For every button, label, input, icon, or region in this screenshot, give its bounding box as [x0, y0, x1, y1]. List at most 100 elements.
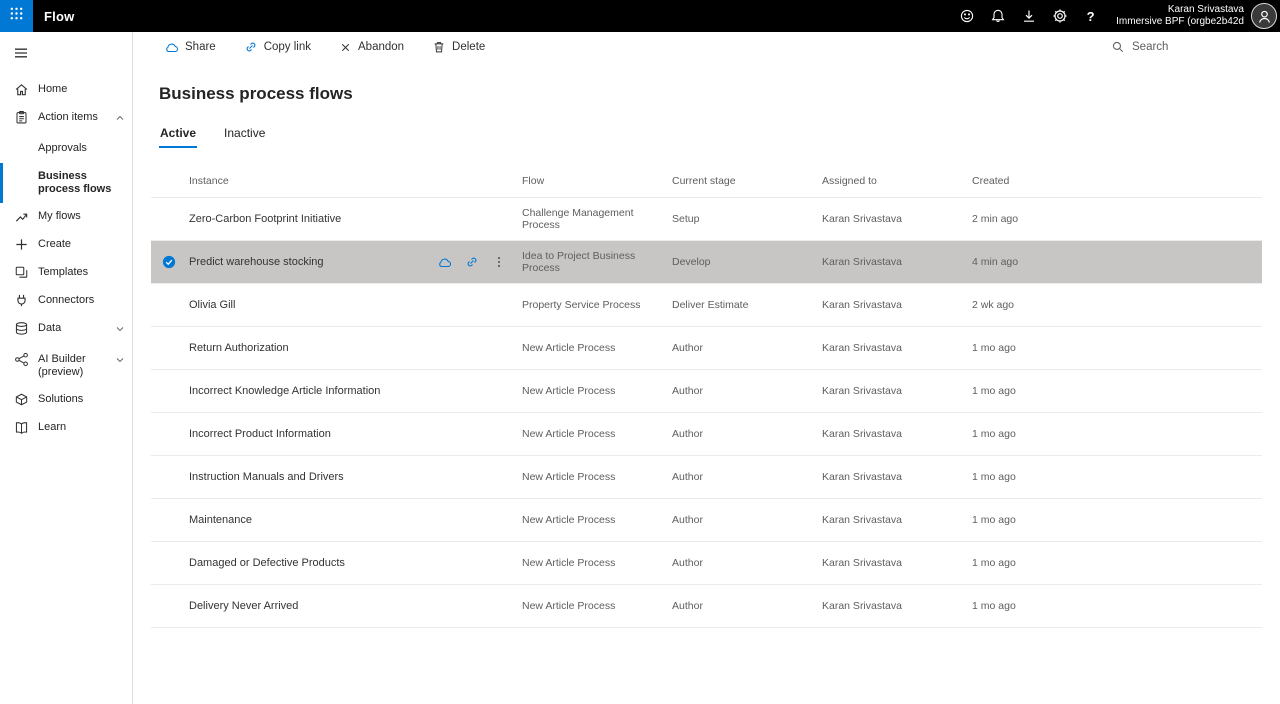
- my-flows-icon: [13, 209, 29, 224]
- table-row[interactable]: Zero-Carbon Footprint Initiative Challen…: [151, 198, 1262, 241]
- sidebar-item-ai-builder[interactable]: AI Builder (preview): [0, 346, 132, 386]
- app-title: Flow: [44, 9, 74, 24]
- instance-name[interactable]: Zero-Carbon Footprint Initiative: [189, 213, 341, 225]
- sidebar-item-label: Business process flows: [38, 170, 126, 196]
- sidebar-item-learn[interactable]: Learn: [0, 414, 132, 442]
- instance-name[interactable]: Delivery Never Arrived: [189, 600, 298, 612]
- current-stage: Author: [672, 471, 822, 483]
- sidebar-item-approvals[interactable]: Approvals: [0, 135, 132, 163]
- chevron-down-icon: [114, 354, 126, 370]
- current-stage: Develop: [672, 256, 822, 268]
- templates-icon: [13, 265, 29, 280]
- table-row[interactable]: Damaged or Defective Products New Articl…: [151, 542, 1262, 585]
- flow-name: New Article Process: [522, 600, 672, 612]
- table-row[interactable]: Return Authorization New Article Process…: [151, 327, 1262, 370]
- table-row[interactable]: Instruction Manuals and Drivers New Arti…: [151, 456, 1262, 499]
- assigned-to: Karan Srivastava: [822, 471, 972, 483]
- solutions-icon: [13, 392, 29, 407]
- tab-inactive[interactable]: Inactive: [223, 126, 266, 148]
- row-copy-link-icon[interactable]: [465, 255, 479, 269]
- sidebar-item-home[interactable]: Home: [0, 76, 132, 104]
- assigned-to: Karan Srivastava: [822, 428, 972, 440]
- sidebar-item-label: Create: [38, 238, 126, 251]
- created-date: 2 min ago: [972, 213, 1262, 225]
- col-current-stage[interactable]: Current stage: [672, 175, 822, 187]
- instance-name[interactable]: Olivia Gill: [189, 299, 235, 311]
- flow-name: New Article Process: [522, 514, 672, 526]
- help-button[interactable]: ?: [1075, 0, 1106, 32]
- created-date: 1 mo ago: [972, 428, 1262, 440]
- settings-gear-button[interactable]: [1044, 0, 1075, 32]
- col-flow[interactable]: Flow: [522, 175, 672, 187]
- tab-active[interactable]: Active: [159, 126, 197, 148]
- command-bar: Share Copy link Abandon Delete: [133, 32, 1280, 62]
- download-button[interactable]: [1013, 0, 1044, 32]
- sidebar-item-create[interactable]: Create: [0, 231, 132, 259]
- sidebar-item-connectors[interactable]: Connectors: [0, 287, 132, 315]
- instance-name[interactable]: Maintenance: [189, 514, 252, 526]
- table-row[interactable]: Maintenance New Article Process Author K…: [151, 499, 1262, 542]
- waffle-icon: [9, 6, 24, 26]
- created-date: 1 mo ago: [972, 514, 1262, 526]
- instance-name[interactable]: Incorrect Product Information: [189, 428, 331, 440]
- avatar[interactable]: [1251, 3, 1277, 29]
- feedback-smiley-button[interactable]: [951, 0, 982, 32]
- user-org: Immersive BPF (orgbe2b42d: [1116, 16, 1244, 29]
- col-instance[interactable]: Instance: [151, 175, 522, 187]
- abandon-button[interactable]: Abandon: [337, 37, 406, 58]
- table-row[interactable]: Delivery Never Arrived New Article Proce…: [151, 585, 1262, 628]
- share-button[interactable]: Share: [162, 36, 218, 59]
- table-body: Zero-Carbon Footprint Initiative Challen…: [151, 198, 1262, 628]
- sidebar-item-templates[interactable]: Templates: [0, 259, 132, 287]
- copy-link-button[interactable]: Copy link: [242, 36, 313, 58]
- row-share-cloud-icon[interactable]: [437, 255, 452, 270]
- assigned-to: Karan Srivastava: [822, 299, 972, 311]
- col-assigned-to[interactable]: Assigned to: [822, 175, 972, 187]
- delete-button[interactable]: Delete: [430, 36, 487, 58]
- abandon-x-icon: [339, 41, 352, 54]
- app-launcher-button[interactable]: [0, 0, 33, 32]
- assigned-to: Karan Srivastava: [822, 514, 972, 526]
- current-stage: Author: [672, 600, 822, 612]
- sidebar-item-action-items[interactable]: Action items: [0, 104, 132, 135]
- delete-label: Delete: [452, 41, 485, 53]
- table-row[interactable]: Incorrect Product Information New Articl…: [151, 413, 1262, 456]
- row-more-options-icon[interactable]: [492, 255, 506, 269]
- instance-name[interactable]: Incorrect Knowledge Article Information: [189, 385, 380, 397]
- col-created[interactable]: Created: [972, 175, 1262, 187]
- page-title: Business process flows: [159, 84, 1262, 104]
- assigned-to: Karan Srivastava: [822, 557, 972, 569]
- table-row[interactable]: Olivia Gill Property Service Process Del…: [151, 284, 1262, 327]
- notifications-bell-button[interactable]: [982, 0, 1013, 32]
- chevron-up-icon: [114, 112, 126, 128]
- current-stage: Setup: [672, 213, 822, 225]
- flow-name: Property Service Process: [522, 299, 672, 311]
- share-cloud-icon: [164, 40, 179, 55]
- table-row[interactable]: Incorrect Knowledge Article Information …: [151, 370, 1262, 413]
- flow-name: New Article Process: [522, 428, 672, 440]
- search-input[interactable]: [1132, 41, 1222, 53]
- instance-name[interactable]: Predict warehouse stocking: [189, 256, 324, 268]
- assigned-to: Karan Srivastava: [822, 256, 972, 268]
- copy-link-icon: [244, 40, 258, 54]
- created-date: 4 min ago: [972, 256, 1262, 268]
- sidebar-item-data[interactable]: Data: [0, 315, 132, 346]
- sidebar-item-business-process-flows[interactable]: Business process flows: [0, 163, 132, 203]
- sidebar-item-my-flows[interactable]: My flows: [0, 203, 132, 231]
- selected-check-icon: [162, 255, 176, 269]
- instance-name[interactable]: Instruction Manuals and Drivers: [189, 471, 344, 483]
- created-date: 1 mo ago: [972, 385, 1262, 397]
- sidebar-item-solutions[interactable]: Solutions: [0, 386, 132, 414]
- copy-link-label: Copy link: [264, 41, 311, 53]
- data-icon: [13, 321, 29, 336]
- assigned-to: Karan Srivastava: [822, 385, 972, 397]
- sidebar-item-label: Learn: [38, 421, 126, 434]
- instance-name[interactable]: Return Authorization: [189, 342, 289, 354]
- hamburger-menu-button[interactable]: [6, 38, 36, 68]
- search-box[interactable]: [1111, 40, 1222, 54]
- sidebar-item-label: Action items: [38, 111, 112, 124]
- table-row[interactable]: Predict warehouse stocking Idea to Proje…: [151, 241, 1262, 284]
- instance-name[interactable]: Damaged or Defective Products: [189, 557, 345, 569]
- chevron-down-icon: [114, 323, 126, 339]
- flow-name: New Article Process: [522, 342, 672, 354]
